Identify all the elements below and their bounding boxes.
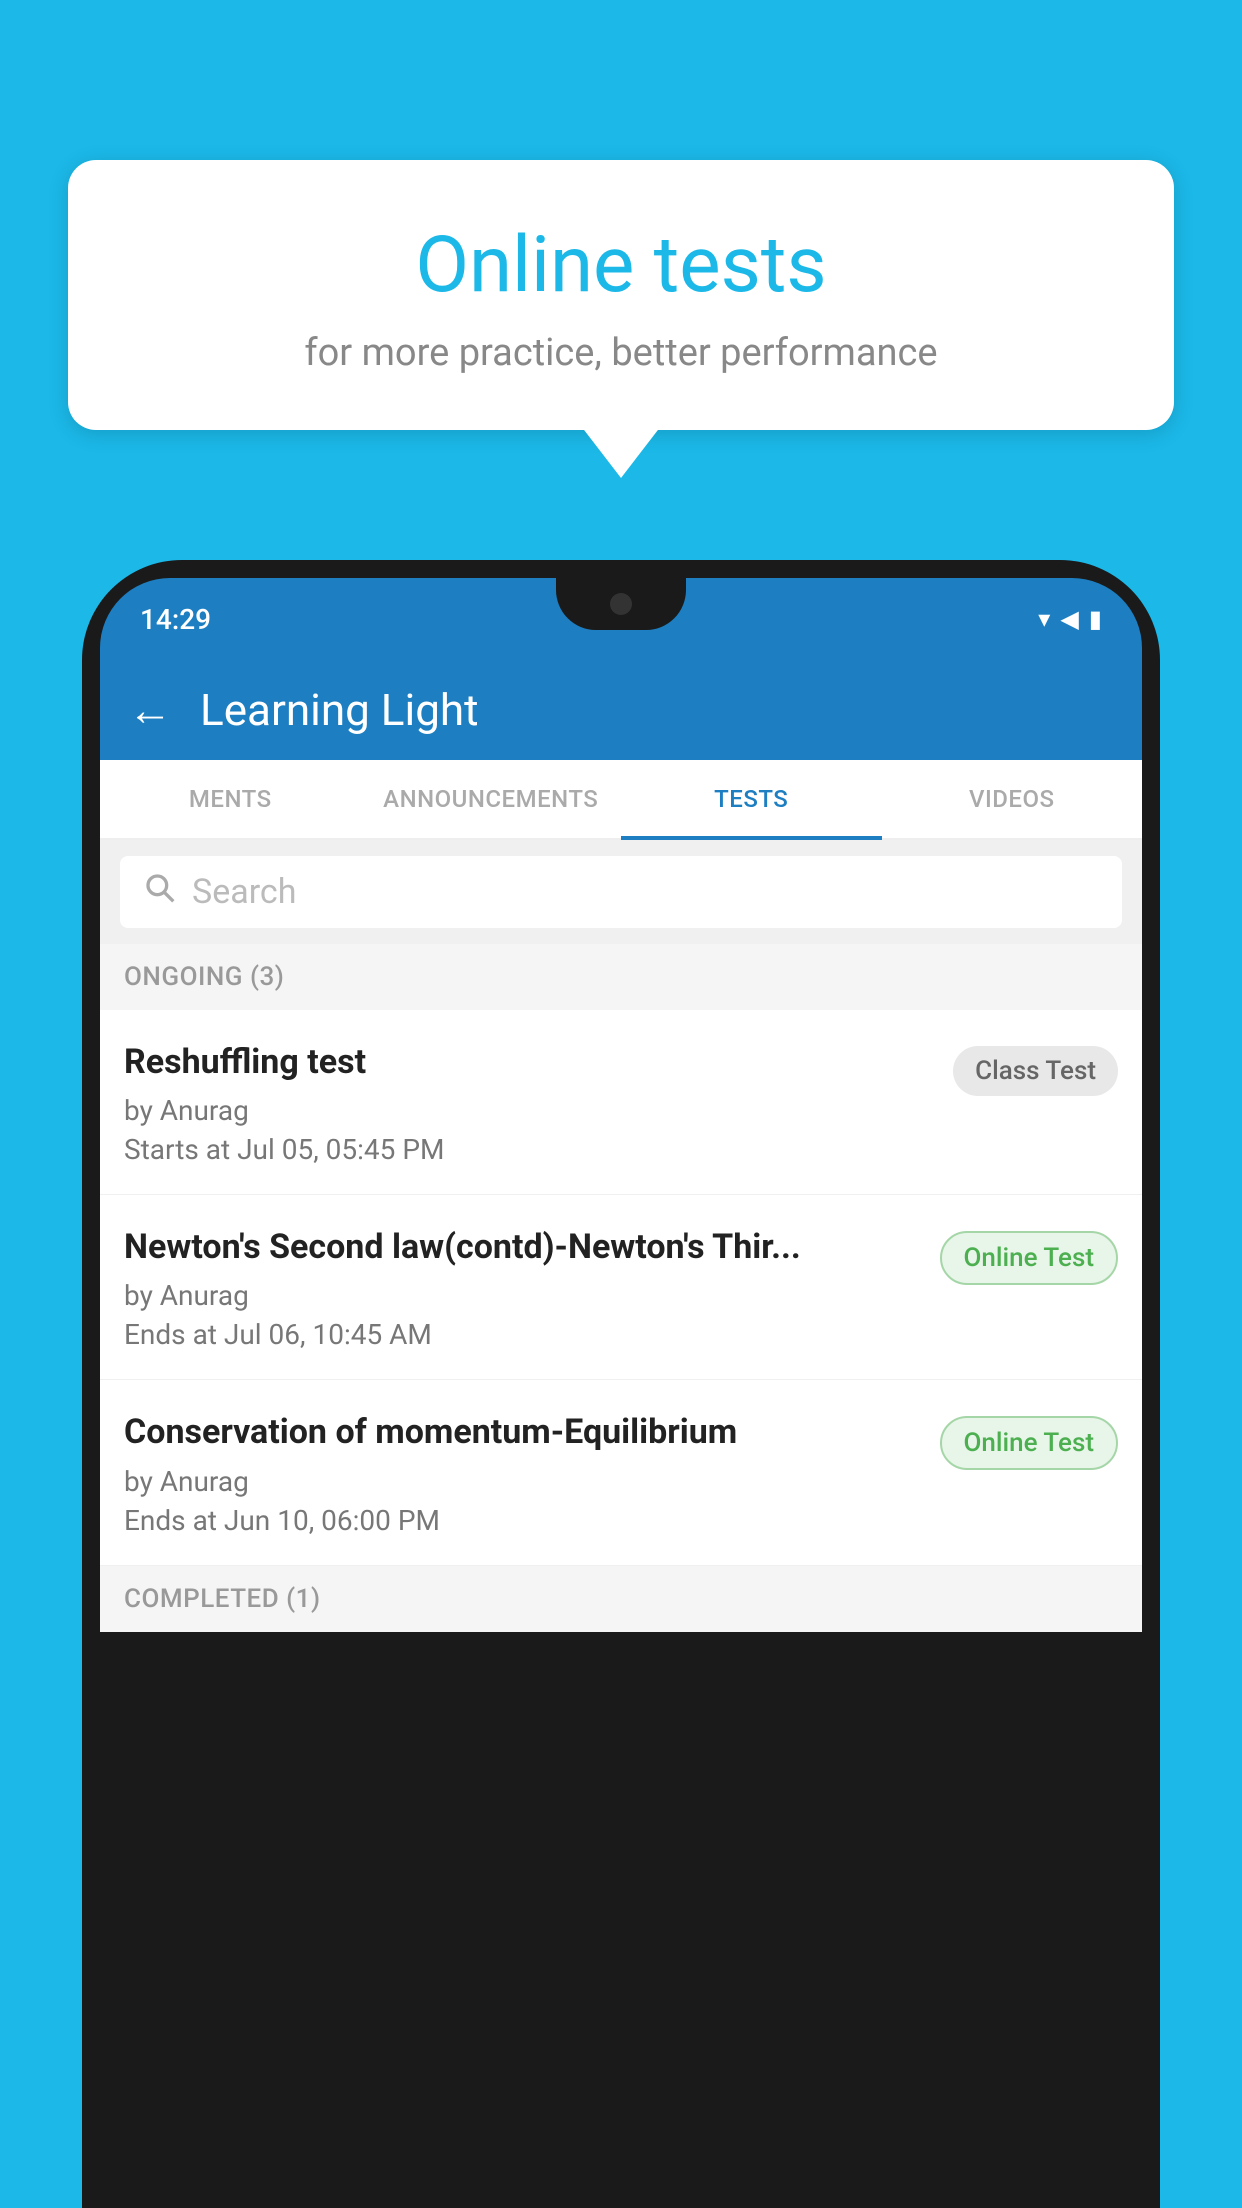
speech-bubble-subtitle: for more practice, better performance [118, 331, 1124, 375]
phone-notch [556, 578, 686, 630]
status-icons: ▾ ◀ ▮ [1038, 605, 1102, 633]
screen-content: MENTS ANNOUNCEMENTS TESTS VIDEOS [100, 760, 1142, 1632]
test-item-2-title: Newton's Second law(contd)-Newton's Thir… [124, 1225, 920, 1269]
wifi-icon: ▾ [1038, 605, 1050, 633]
test-item-1[interactable]: Reshuffling test by Anurag Starts at Jul… [100, 1010, 1142, 1195]
test-item-3-author: by Anurag [124, 1465, 920, 1498]
test-item-3-content: Conservation of momentum-Equilibrium by … [124, 1410, 940, 1536]
battery-icon: ▮ [1089, 605, 1102, 633]
phone-frame: 14:29 ▾ ◀ ▮ ← Learning Light MENTS ANNOU… [82, 560, 1160, 2208]
signal-icon: ◀ [1060, 605, 1078, 633]
back-button[interactable]: ← [128, 688, 172, 732]
test-item-1-time: Starts at Jul 05, 05:45 PM [124, 1133, 933, 1166]
test-item-1-content: Reshuffling test by Anurag Starts at Jul… [124, 1040, 953, 1166]
test-item-1-author: by Anurag [124, 1094, 933, 1127]
tab-tests[interactable]: TESTS [621, 760, 882, 838]
speech-bubble-title: Online tests [118, 220, 1124, 311]
app-bar-title: Learning Light [200, 684, 479, 736]
test-item-3-badge: Online Test [940, 1416, 1119, 1470]
test-item-2-author: by Anurag [124, 1279, 920, 1312]
status-bar: 14:29 ▾ ◀ ▮ [100, 578, 1142, 660]
test-item-2-badge: Online Test [940, 1231, 1119, 1285]
test-item-3-title: Conservation of momentum-Equilibrium [124, 1410, 920, 1454]
tabs-bar: MENTS ANNOUNCEMENTS TESTS VIDEOS [100, 760, 1142, 840]
test-item-3[interactable]: Conservation of momentum-Equilibrium by … [100, 1380, 1142, 1565]
test-item-1-title: Reshuffling test [124, 1040, 933, 1084]
status-time: 14:29 [140, 603, 211, 636]
search-icon [144, 871, 176, 913]
search-box[interactable]: Search [120, 856, 1122, 928]
search-placeholder: Search [192, 872, 296, 912]
ongoing-section-header: ONGOING (3) [100, 944, 1142, 1010]
tab-announcements[interactable]: ANNOUNCEMENTS [361, 760, 622, 838]
test-item-2-content: Newton's Second law(contd)-Newton's Thir… [124, 1225, 940, 1351]
search-container: Search [100, 840, 1142, 944]
test-item-3-time: Ends at Jun 10, 06:00 PM [124, 1504, 920, 1537]
tab-ments[interactable]: MENTS [100, 760, 361, 838]
test-item-2-time: Ends at Jul 06, 10:45 AM [124, 1318, 920, 1351]
speech-bubble: Online tests for more practice, better p… [68, 160, 1174, 430]
completed-section-header: COMPLETED (1) [100, 1566, 1142, 1632]
tab-videos[interactable]: VIDEOS [882, 760, 1143, 838]
camera-dot [610, 593, 632, 615]
test-item-1-badge: Class Test [953, 1046, 1118, 1096]
test-item-2[interactable]: Newton's Second law(contd)-Newton's Thir… [100, 1195, 1142, 1380]
app-bar: ← Learning Light [100, 660, 1142, 760]
